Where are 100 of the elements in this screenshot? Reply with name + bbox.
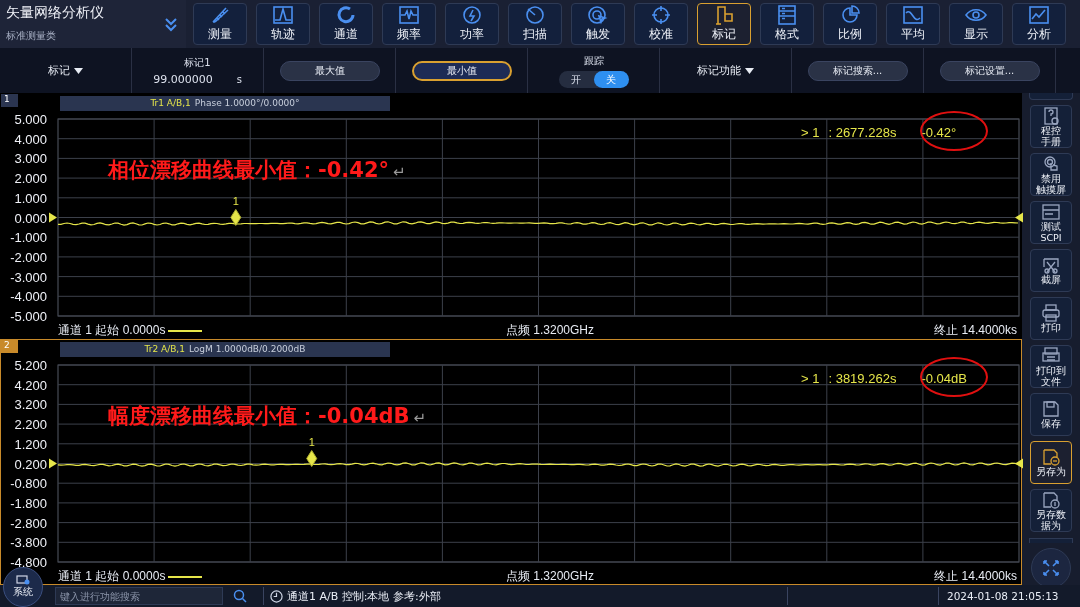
target-cursor-icon (587, 5, 609, 25)
y-axis-label: 4.200 (14, 377, 47, 393)
y-axis-label: -0.800 (10, 476, 47, 492)
side-button[interactable]: 另存为 (1030, 441, 1072, 484)
channel-status: 通道1 A/B 控制:本地 参考:外部 (287, 588, 442, 604)
peak-graph-icon (272, 5, 294, 25)
sweep-stop: 终止 14.4000ks (934, 322, 1017, 339)
side-button[interactable]: 打印到 文件 (1030, 345, 1072, 388)
toolbar-button[interactable]: 测量 (193, 3, 247, 45)
curve-icon (902, 5, 924, 25)
trace-window[interactable]: 1 Tr1 A/B,1 Phase 1.0000°/0.0000° 5.000 4.000 3.000 2.000 1.000 0.000 -1.000 -2.000 -3.000 -4.000 -5.000 1 > 1 : 2677.228s -0.42° 相位漂移曲线最小值：-0.42° ↵ 通道 1 起始 0.0000s 点频 1.3200GHz 终止 14.4000ks (0, 93, 1022, 339)
side-button[interactable]: 保存 (1030, 393, 1072, 436)
pie-chart-icon (839, 5, 861, 25)
readout-value: -0.42° (921, 125, 957, 140)
y-axis-label: -3.000 (10, 269, 47, 285)
readout-marker: > 1 (801, 125, 820, 140)
ruler-icon (209, 5, 231, 25)
marker-search-button[interactable]: 最大值 (279, 60, 380, 81)
side-button[interactable]: 另存数 据为 (1030, 489, 1072, 532)
y-axis-label: -5.000 (10, 309, 47, 323)
y-axis-label: 3.200 (14, 397, 47, 413)
toolbar-button[interactable]: 标记 (697, 3, 751, 45)
marker-name: 标记1 (184, 55, 211, 70)
marker-menu-button[interactable]: 标记搜索... (807, 60, 908, 81)
reference-arrow-icon (49, 458, 57, 469)
marker-diamond[interactable] (230, 208, 242, 226)
y-axis-label: 1.000 (14, 190, 47, 206)
marker-value[interactable]: 99.000000 (153, 72, 213, 86)
tracking-toggle[interactable]: 开 关 (558, 70, 629, 88)
dropdown-caret-icon (745, 67, 754, 74)
y-axis-label: 0.200 (14, 456, 47, 472)
sweep-center: 点频 1.3200GHz (506, 568, 595, 585)
toolbar-button[interactable]: 分析 (1012, 3, 1066, 45)
trace-name: Tr2 A/B,1 (144, 343, 185, 356)
toolbar-button[interactable]: 比例 (823, 3, 877, 45)
system-button[interactable]: 系统 (3, 567, 43, 607)
highlight-ellipse (920, 111, 988, 151)
window-number: 2 (1, 340, 18, 353)
trace-format: LogM 1.0000dB/0.2000dB (188, 343, 306, 356)
trace-title-bar[interactable]: Tr1 A/B,1 Phase 1.0000°/0.0000° (60, 96, 390, 111)
trace-name: Tr1 A/B,1 (150, 97, 191, 110)
sweep-stop: 终止 14.4000ks (934, 568, 1017, 585)
y-axis-label: -4.800 (10, 555, 47, 569)
marker-number: 1 (308, 436, 315, 449)
side-button[interactable]: 禁用 触摸屏 (1030, 153, 1072, 196)
toolbar-button[interactable]: 触发 (571, 3, 625, 45)
side-button[interactable]: 程控 手册 (1030, 105, 1072, 148)
marker-number: 1 (232, 195, 239, 208)
toolbar-button[interactable]: 轨迹 (256, 3, 310, 45)
double-chevron-icon[interactable] (164, 17, 178, 33)
help-document-icon (1042, 106, 1060, 125)
y-axis-label: 2.000 (14, 171, 47, 187)
flag-icon (713, 5, 735, 25)
marker-diamond[interactable] (306, 450, 318, 467)
window-icon (1042, 202, 1060, 221)
waveform-icon (398, 5, 420, 25)
y-axis-label: -4.000 (10, 289, 47, 305)
toolbar-button[interactable]: 通道 (319, 3, 373, 45)
side-button[interactable]: 截屏 (1030, 249, 1072, 292)
save-as-icon (1042, 448, 1060, 466)
readout-stimulus: : 3819.262s (828, 371, 897, 386)
side-button[interactable]: 打印 (1030, 297, 1072, 340)
side-button[interactable]: 测试 SCPI (1030, 201, 1072, 244)
trace-title-bar[interactable]: Tr2 A/B,1 LogM 1.0000dB/0.2000dB (60, 342, 390, 357)
reference-arrow-icon (1015, 458, 1023, 469)
toolbar-button[interactable]: 功率 (445, 3, 499, 45)
printer-icon (1042, 304, 1060, 322)
y-axis-label: 0.000 (14, 210, 47, 226)
search-icon[interactable] (233, 589, 247, 603)
marker-search-button[interactable]: 最小值 (411, 60, 512, 81)
save-as-icon (1042, 490, 1060, 509)
trace-window[interactable]: 2 Tr2 A/B,1 LogM 1.0000dB/0.2000dB 5.200 4.200 3.200 2.200 1.200 0.200 -0.800 -1.800 -2.800 -3.800 -4.800 1 > 1 : 3819.262s -0.04dB 幅度漂移曲线最小值：-0.04dB ↵ 通道 1 起始 0.0000s 点频 1.3200GHz 终止 14.4000ks (0, 339, 1022, 585)
reference-arrow-icon (49, 212, 57, 223)
toolbar-button[interactable]: 平均 (886, 3, 940, 45)
toggle-option[interactable]: 开 (558, 70, 594, 88)
annotation-text: 相位漂移曲线最小值：-0.42° (108, 157, 390, 184)
marker-unit: s (236, 73, 242, 85)
marker-menu-button[interactable]: 标记设置... (939, 60, 1040, 81)
readout-stimulus: : 2677.228s (828, 125, 897, 140)
return-mark: ↵ (413, 409, 427, 427)
toolbar-button[interactable]: 显示 (949, 3, 1003, 45)
toolbar-button[interactable]: 频率 (382, 3, 436, 45)
toolbar-button[interactable]: 校准 (634, 3, 688, 45)
sweep-start: 通道 1 起始 0.0000s (58, 322, 166, 339)
marker-dropdown[interactable]: 标记 (48, 63, 83, 78)
expand-button[interactable] (1031, 548, 1071, 585)
y-axis-label: -3.800 (10, 535, 47, 551)
marker-function-dropdown[interactable]: 标记功能 (697, 63, 754, 78)
toolbar-button[interactable]: 格式 (760, 3, 814, 45)
y-axis-label: 4.000 (14, 131, 47, 147)
scissors-icon (1042, 256, 1060, 274)
function-search-field[interactable]: 键入进行功能搜索 (55, 587, 223, 605)
sweep-start: 通道 1 起始 0.0000s (58, 568, 166, 585)
toolbar-button[interactable]: 扫描 (508, 3, 562, 45)
date-time: 2024-01-08 21:05:13 (947, 590, 1059, 602)
y-axis-label: -1.000 (10, 230, 47, 246)
line-chart-icon (1028, 5, 1050, 25)
readout-marker: > 1 (801, 371, 820, 386)
trace-format: Phase 1.0000°/0.0000° (194, 97, 300, 110)
printer-icon (1042, 346, 1060, 365)
